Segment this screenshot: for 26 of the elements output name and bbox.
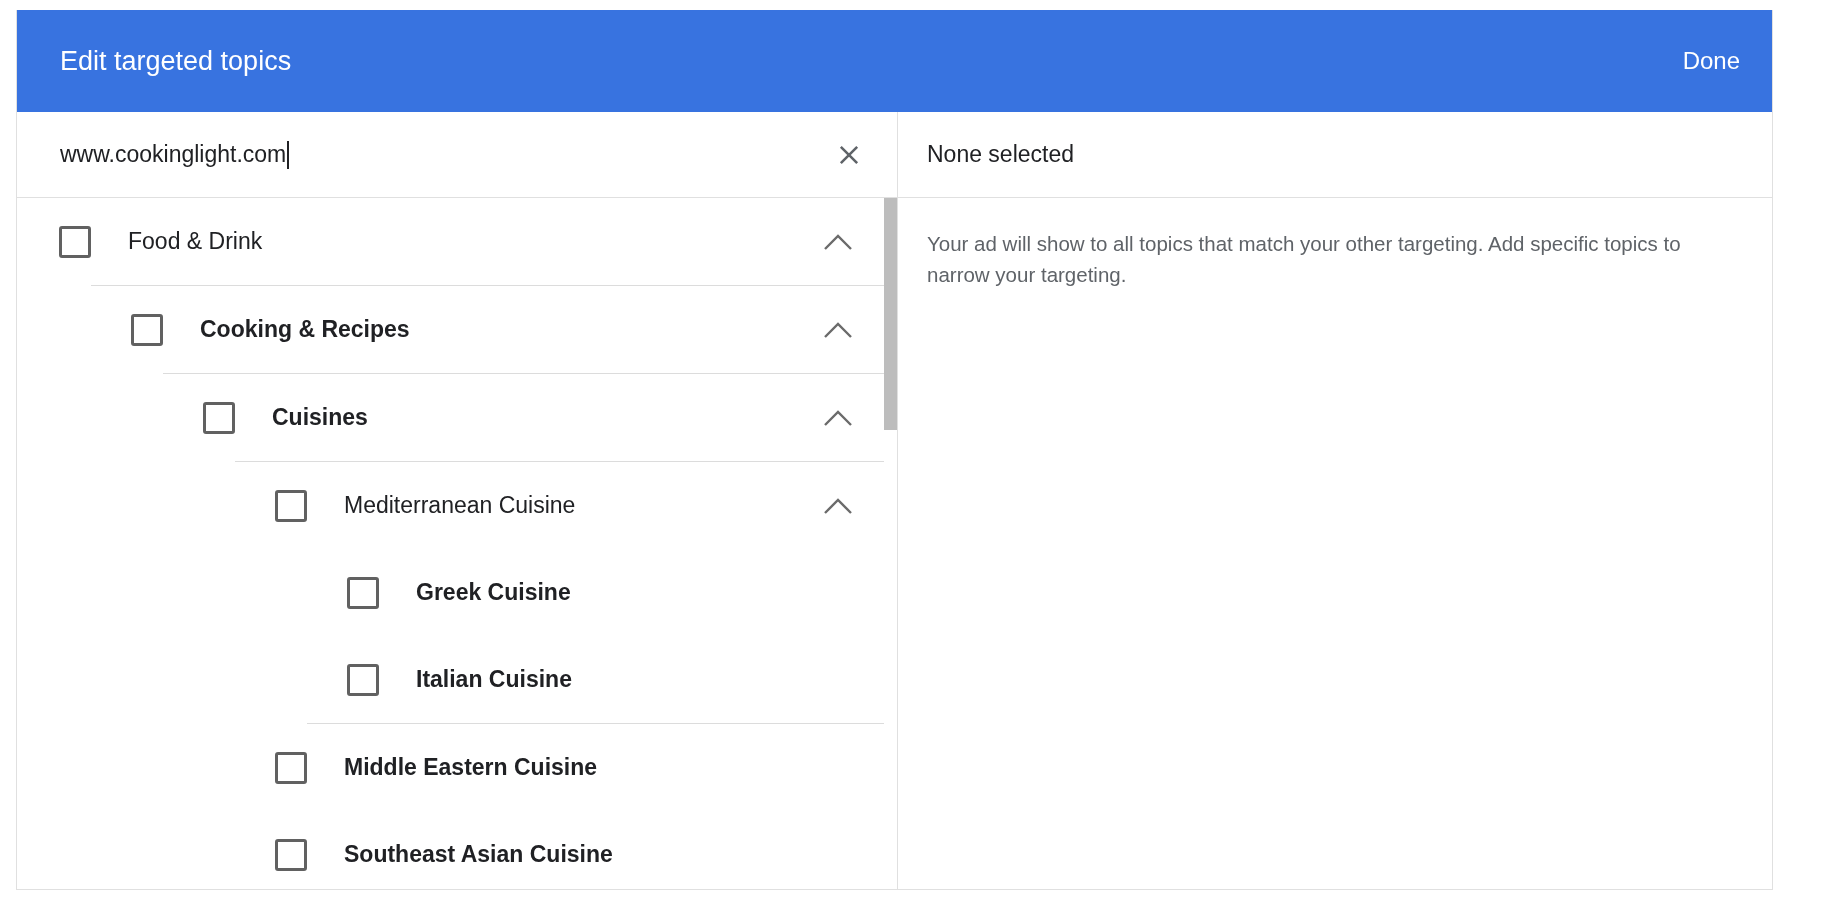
checkbox[interactable] bbox=[347, 663, 379, 696]
checkbox[interactable] bbox=[59, 225, 91, 258]
topic-label: Middle Eastern Cuisine bbox=[344, 754, 598, 781]
dialog-title: Edit targeted topics bbox=[60, 45, 292, 77]
done-button[interactable]: Done bbox=[1682, 39, 1740, 83]
info-text: Your ad will show to all topics that match your other targeting. Add specific topics to narrow your targeting. bbox=[926, 231, 1682, 288]
chevron-up-icon[interactable] bbox=[823, 408, 853, 427]
checkbox[interactable] bbox=[275, 838, 307, 871]
checkbox[interactable] bbox=[131, 313, 163, 346]
scrollbar[interactable] bbox=[884, 198, 897, 430]
checkbox[interactable] bbox=[275, 751, 307, 784]
topic-label: Cooking & Recipes bbox=[200, 316, 410, 343]
topic-label: Southeast Asian Cuisine bbox=[344, 841, 613, 868]
selection-heading: None selected bbox=[927, 141, 1075, 168]
chevron-up-icon[interactable] bbox=[823, 320, 853, 339]
topic-label: Mediterranean Cuisine bbox=[344, 492, 576, 519]
checkbox[interactable] bbox=[275, 489, 307, 522]
topic-label: Food & Drink bbox=[128, 228, 263, 255]
topic-label: Greek Cuisine bbox=[416, 579, 571, 606]
chevron-up-icon[interactable] bbox=[823, 496, 853, 515]
search-field[interactable]: www.cookinglight.com bbox=[17, 112, 897, 198]
checkbox[interactable] bbox=[203, 401, 235, 434]
checkbox[interactable] bbox=[347, 576, 379, 609]
chevron-up-icon[interactable] bbox=[823, 232, 853, 251]
topic-label: Cuisines bbox=[272, 404, 368, 431]
topic-label: Italian Cuisine bbox=[416, 666, 572, 693]
